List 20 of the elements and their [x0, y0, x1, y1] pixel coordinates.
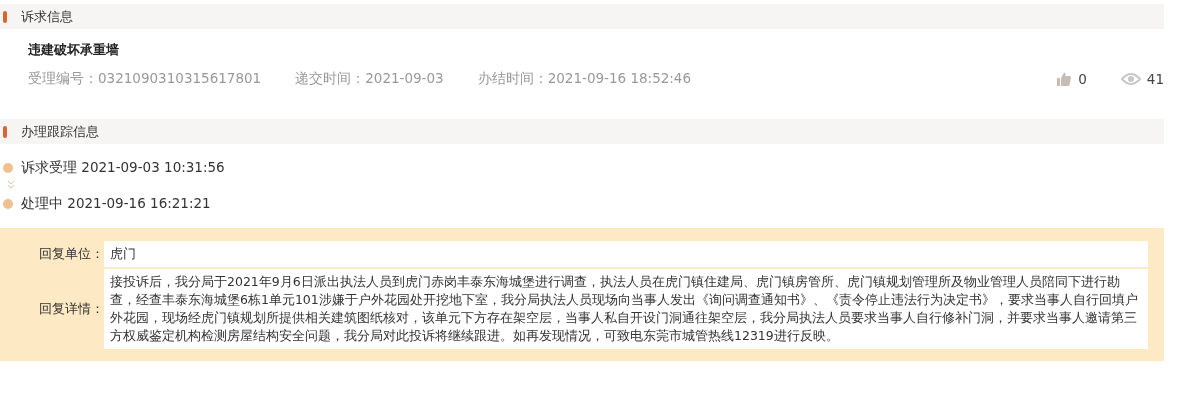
reply-value: 接投诉后，我分局于2021年9月6日派出执法人员到虎门赤岗丰泰东海城堡进行调查，执法人员在虎门镇住建局、虎门镇房管所、虎门镇规划管理所及物业管理人员陪同下进行勘查，经查丰泰东海城堡6栋1单元101涉嫌于户外花园处开挖地下室，我分局执法人员现场向当事人发出《询问调查通知书》、《责令停止违法行为决定书》，要求当事人自行回填户外花园，现场经虎门镇规划所提供相关建筑图纸核对，该单元下方存在架空层，当事人私自开设门洞通往架空层，我分局执法人员要求当事人自行修补门洞，并要求当事人邀请第三方权威鉴定机构检测房屋结构安全问题，我分局对此投诉将继续跟进。如再发现情况，可致电东莞市城管热线12319进行反映。	[104, 269, 1148, 349]
like-count: 0	[1078, 71, 1087, 87]
eye-icon	[1120, 72, 1141, 86]
meta-field: 受理编号：0321090310315617801	[28, 70, 262, 88]
thumbs-up-icon[interactable]	[1056, 71, 1073, 87]
reply-label: 回复单位：	[38, 245, 104, 263]
timeline-entry: 诉求受理 2021-09-03 10:31:56	[21, 159, 225, 177]
meta-field: 办结时间：2021-09-16 18:52:46	[477, 70, 692, 88]
section-title: 诉求信息	[21, 7, 73, 26]
timeline-entry: 处理中 2021-09-16 16:21:21	[21, 195, 211, 213]
section-title: 办理跟踪信息	[21, 122, 99, 141]
reply-value: 虎门	[104, 241, 1148, 267]
view-count: 41	[1146, 71, 1164, 87]
section-marker-icon	[3, 10, 7, 23]
reply-label: 回复详情：	[38, 300, 104, 318]
timeline-dot	[3, 163, 13, 173]
chevron-down-icon	[7, 180, 15, 190]
complaint-subject: 违建破坏承重墙	[28, 41, 120, 59]
timeline-dot	[3, 199, 13, 209]
section-marker-icon	[3, 125, 7, 138]
